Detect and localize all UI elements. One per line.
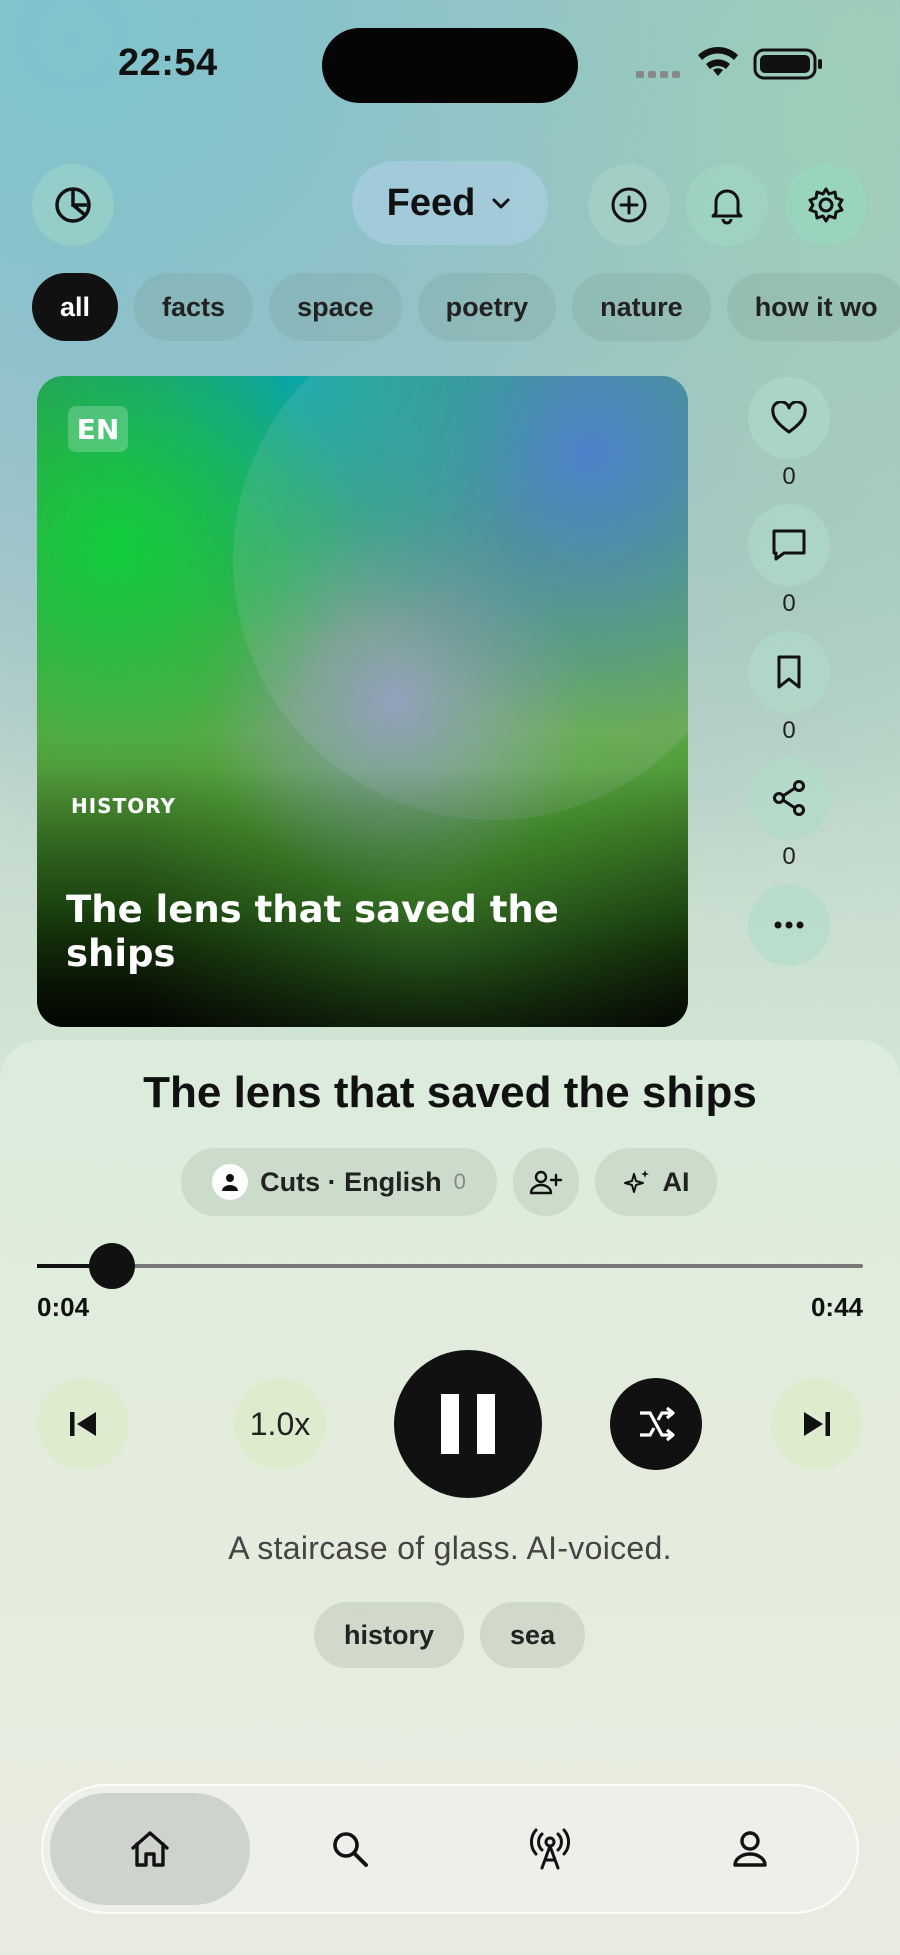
comment-count: 0 (782, 590, 796, 617)
chip-space[interactable]: space (269, 273, 402, 341)
feed-label: Feed (386, 181, 476, 224)
like-button[interactable] (748, 377, 830, 459)
tab-live[interactable] (450, 1793, 650, 1905)
voice-selector[interactable]: Cuts · English 0 (181, 1148, 497, 1216)
like-count: 0 (782, 463, 796, 490)
player-description: A staircase of glass. AI-voiced. (228, 1530, 672, 1566)
chevron-down-icon (492, 198, 510, 209)
wifi-icon (698, 47, 738, 76)
voice-count: 0 (453, 1169, 466, 1194)
share-icon (773, 780, 805, 816)
bell-icon (711, 189, 743, 225)
skip-forward-icon (804, 1412, 830, 1436)
category-chips: all facts space poetry nature how it wo (32, 273, 900, 341)
add-person-icon (529, 1170, 563, 1195)
bookmark-button[interactable] (748, 631, 830, 713)
settings-button[interactable] (785, 164, 867, 246)
chip-how-it-works[interactable]: how it wo (726, 273, 900, 341)
next-button[interactable] (771, 1378, 863, 1470)
previous-button[interactable] (37, 1378, 129, 1470)
tag-list: history sea (314, 1602, 586, 1668)
comment-icon (772, 529, 806, 561)
more-button[interactable] (748, 884, 830, 966)
voice-label: Cuts · English (260, 1166, 442, 1197)
card-title: The lens that saved the ships (66, 888, 559, 975)
status-time: 22:54 (118, 42, 218, 84)
avatar (212, 1164, 249, 1200)
sparkles-icon (623, 1170, 649, 1193)
battery-icon (753, 48, 822, 80)
dynamic-island (322, 28, 578, 103)
skip-back-icon (70, 1412, 96, 1436)
progress-knob[interactable] (89, 1243, 136, 1289)
chip-poetry[interactable]: poetry (417, 273, 557, 341)
share-count: 0 (782, 843, 796, 870)
tag-history[interactable]: history (314, 1602, 465, 1668)
tag-sea[interactable]: sea (480, 1602, 586, 1668)
tab-profile[interactable] (650, 1793, 850, 1905)
duration-time: 0:44 (810, 1292, 863, 1322)
tab-search[interactable] (250, 1793, 450, 1905)
logo-button[interactable] (32, 164, 114, 246)
signal-icon (636, 71, 680, 78)
home-icon (131, 1831, 169, 1867)
chip-facts[interactable]: facts (134, 273, 254, 341)
status-icons (636, 47, 822, 80)
chip-nature[interactable]: nature (572, 273, 711, 341)
person-icon (222, 1174, 239, 1191)
add-icon (611, 187, 647, 223)
search-icon (333, 1832, 368, 1867)
bookmark-icon (777, 655, 801, 689)
chip-all[interactable]: all (32, 273, 119, 341)
profile-icon (733, 1831, 767, 1867)
share-button[interactable] (748, 757, 830, 839)
tab-home[interactable] (50, 1793, 250, 1905)
notifications-button[interactable] (686, 164, 768, 246)
shuffle-icon (640, 1406, 675, 1442)
ai-label: AI (662, 1166, 690, 1197)
more-icon (774, 921, 804, 929)
broadcast-icon (529, 1828, 571, 1870)
follow-button[interactable] (513, 1148, 579, 1216)
card-category: HISTORY (71, 794, 177, 818)
ai-button[interactable]: AI (595, 1148, 717, 1216)
pause-button[interactable] (394, 1350, 542, 1498)
tab-bar (41, 1784, 859, 1914)
player-meta-row: Cuts · English 0 AI (181, 1148, 717, 1216)
feed-selector-button[interactable]: Feed (352, 161, 548, 245)
elapsed-time: 0:04 (37, 1292, 90, 1322)
heart-icon (771, 401, 807, 434)
gear-icon (808, 187, 844, 223)
comment-button[interactable] (748, 504, 830, 586)
pause-icon (441, 1394, 495, 1454)
language-badge: EN (68, 406, 128, 452)
shuffle-button[interactable] (610, 1378, 702, 1470)
story-card[interactable]: EN HISTORY The lens that saved the ships (37, 376, 688, 1027)
card-decor-circle (233, 376, 688, 820)
progress-track[interactable] (37, 1264, 863, 1268)
speed-button[interactable]: 1.0x (234, 1378, 326, 1470)
player-title: The lens that saved the ships (143, 1068, 757, 1117)
bookmark-count: 0 (782, 717, 796, 744)
add-button[interactable] (588, 164, 670, 246)
logo-icon (55, 187, 91, 223)
